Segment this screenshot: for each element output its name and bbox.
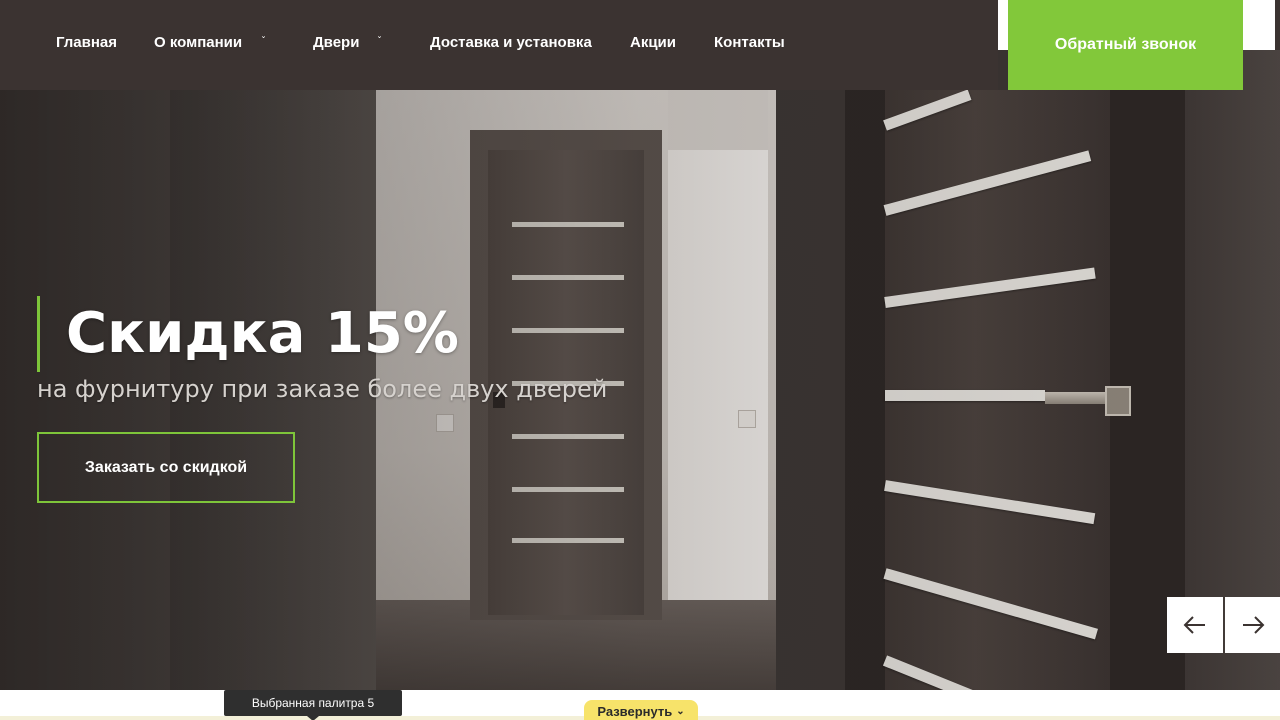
nav-item-contacts[interactable]: Контакты	[714, 34, 785, 51]
page: Главная О компании ˇ Двери ˇ Доставка и …	[0, 0, 1280, 720]
chevron-down-icon: ⌄	[676, 705, 685, 717]
slider-prev-button[interactable]	[1167, 597, 1223, 653]
tooltip-tail	[307, 716, 319, 720]
nav-item-about[interactable]: О компании	[154, 34, 242, 51]
callback-button[interactable]: Обратный звонок	[1008, 0, 1243, 90]
arrow-left-icon	[1183, 616, 1205, 634]
header-edge	[1275, 0, 1280, 50]
chevron-down-icon[interactable]: ˇ	[377, 36, 382, 47]
hero-subtitle: на фурнитуру при заказе более двух двере…	[37, 375, 608, 403]
slider-next-button[interactable]	[1225, 597, 1280, 653]
expand-button[interactable]: Развернуть ⌄	[584, 700, 698, 720]
title-accent-bar	[37, 296, 40, 372]
hero-title: Скидка 15%	[66, 301, 459, 366]
nav-item-home[interactable]: Главная	[56, 34, 117, 51]
nav-item-delivery[interactable]: Доставка и установка	[430, 34, 592, 51]
chevron-down-icon[interactable]: ˇ	[261, 36, 266, 47]
palette-tooltip: Выбранная палитра 5	[224, 690, 402, 716]
expand-button-label: Развернуть	[597, 703, 673, 719]
arrow-right-icon	[1243, 616, 1265, 634]
order-discount-button[interactable]: Заказать со скидкой	[37, 432, 295, 503]
nav-item-doors[interactable]: Двери	[313, 34, 359, 51]
nav-item-promotions[interactable]: Акции	[630, 34, 676, 51]
